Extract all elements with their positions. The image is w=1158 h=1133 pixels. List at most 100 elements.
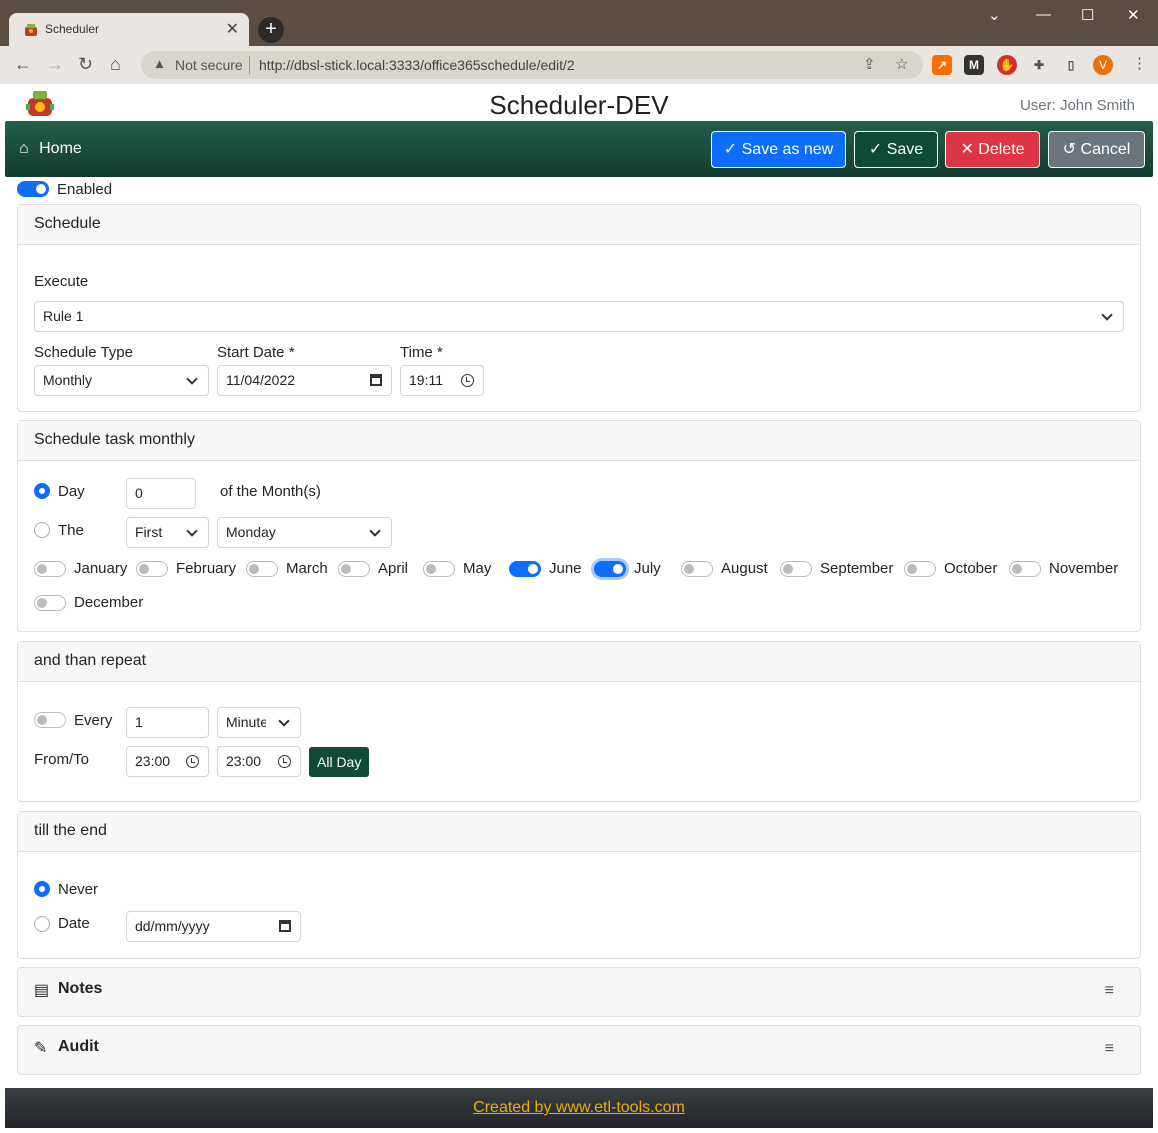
- month-switch-november[interactable]: [1009, 561, 1041, 577]
- minimize-icon[interactable]: —: [1036, 6, 1051, 23]
- interval-unit-select[interactable]: Minute: [217, 707, 301, 738]
- notes-menu-icon[interactable]: ≡: [1105, 982, 1114, 1000]
- share-icon[interactable]: ⇪: [863, 55, 876, 73]
- page-footer: Created by www.etl-tools.com: [5, 1088, 1153, 1128]
- notes-icon: ▤: [34, 982, 50, 999]
- new-tab-button[interactable]: +: [258, 17, 284, 43]
- interval-unit-value: Minute: [226, 714, 266, 730]
- every-input[interactable]: 1: [126, 707, 209, 738]
- ordinal-select[interactable]: First: [126, 517, 209, 548]
- month-label-september: September: [820, 560, 894, 577]
- end-date-radio[interactable]: [34, 916, 50, 932]
- check-icon: ✓: [868, 141, 883, 158]
- notes-title: Notes: [58, 980, 103, 997]
- from-time-input[interactable]: 23:00: [126, 746, 209, 777]
- never-label: Never: [58, 881, 99, 898]
- tab-search-icon[interactable]: ⌄: [988, 6, 1001, 24]
- monthly-card-header: Schedule task monthly: [18, 421, 1140, 461]
- month-switch-october[interactable]: [904, 561, 936, 577]
- calendar-icon[interactable]: [279, 920, 291, 932]
- address-bar[interactable]: ▲ Not secure http://dbsl-stick.local:333…: [141, 51, 923, 79]
- bookmark-star-icon[interactable]: ☆: [895, 55, 908, 73]
- audit-accordion[interactable]: ✎ Audit ≡: [17, 1025, 1141, 1075]
- cancel-button[interactable]: ↺ Cancel: [1048, 131, 1145, 168]
- cancel-label: Cancel: [1080, 141, 1131, 158]
- day-label: Day: [58, 483, 85, 500]
- top-navbar: ⌂ Home ✓ Save as new ✓ Save ✕ Delete ↺ C…: [5, 121, 1153, 177]
- execute-select[interactable]: Rule 1: [34, 301, 1124, 332]
- save-as-new-label: Save as new: [741, 141, 834, 158]
- home-link[interactable]: ⌂ Home: [19, 140, 82, 158]
- home-icon: ⌂: [19, 140, 29, 157]
- month-label-july: July: [634, 560, 661, 577]
- clock-icon[interactable]: [461, 374, 474, 387]
- month-label-april: April: [378, 560, 409, 577]
- month-switch-february[interactable]: [136, 561, 168, 577]
- time-value: 19:11: [409, 372, 443, 388]
- schedule-card-header: Schedule: [18, 205, 1140, 245]
- audit-menu-icon[interactable]: ≡: [1105, 1040, 1114, 1058]
- delete-button[interactable]: ✕ Delete: [945, 131, 1040, 168]
- delete-label: Delete: [978, 141, 1025, 158]
- forward-icon[interactable]: →: [46, 54, 64, 75]
- month-label-january: January: [74, 560, 128, 577]
- notes-accordion[interactable]: ▤ Notes ≡: [17, 967, 1141, 1017]
- end-card: till the end Never Date dd/mm/yyyy: [17, 811, 1141, 959]
- extension-m-icon[interactable]: M: [964, 55, 984, 75]
- month-label-august: August: [721, 560, 768, 577]
- month-switch-december[interactable]: [34, 595, 66, 611]
- time-input[interactable]: 19:11: [400, 365, 484, 396]
- extensions-puzzle-icon[interactable]: ✚: [1029, 55, 1049, 75]
- month-switch-may[interactable]: [423, 561, 455, 577]
- never-radio[interactable]: [34, 881, 50, 897]
- clock-icon[interactable]: [278, 755, 291, 768]
- back-icon[interactable]: ←: [14, 54, 32, 75]
- day-input[interactable]: 0: [126, 478, 196, 509]
- end-date-input[interactable]: dd/mm/yyyy: [126, 911, 301, 942]
- home-browser-icon[interactable]: ⌂: [110, 54, 121, 75]
- calendar-icon[interactable]: [370, 374, 382, 386]
- the-label: The: [58, 522, 84, 539]
- day-radio[interactable]: [34, 483, 50, 499]
- start-date-input[interactable]: 11/04/2022: [217, 365, 392, 396]
- chevron-down-icon: [186, 373, 198, 385]
- every-switch[interactable]: [34, 712, 66, 728]
- url-text[interactable]: http://dbsl-stick.local:3333/office365sc…: [259, 57, 575, 73]
- browser-tab[interactable]: Scheduler ✕: [9, 13, 249, 46]
- browser-menu-icon[interactable]: ⋮: [1132, 54, 1147, 72]
- reload-icon[interactable]: ↻: [78, 54, 93, 75]
- month-switch-april[interactable]: [338, 561, 370, 577]
- to-time-input[interactable]: 23:00: [217, 746, 301, 777]
- extension-hand-icon[interactable]: ✋: [997, 55, 1017, 75]
- save-as-new-button[interactable]: ✓ Save as new: [711, 131, 846, 168]
- the-radio[interactable]: [34, 522, 50, 538]
- check-icon: ✓: [723, 141, 738, 158]
- home-label: Home: [39, 140, 82, 157]
- month-switch-august[interactable]: [681, 561, 713, 577]
- side-panel-icon[interactable]: ▯: [1061, 55, 1081, 75]
- extension-chart-icon[interactable]: ↗: [932, 55, 952, 75]
- close-window-icon[interactable]: ✕: [1127, 6, 1140, 24]
- footer-link[interactable]: Created by www.etl-tools.com: [473, 1099, 685, 1116]
- weekday-select[interactable]: Monday: [217, 517, 392, 548]
- repeat-card: and than repeat Every 1 Minute From/To 2…: [17, 641, 1141, 802]
- every-label: Every: [74, 712, 113, 729]
- month-switch-june[interactable]: [509, 561, 541, 577]
- month-switch-march[interactable]: [246, 561, 278, 577]
- schedule-type-label: Schedule Type: [34, 344, 133, 361]
- maximize-icon[interactable]: ☐: [1081, 6, 1094, 24]
- save-button[interactable]: ✓ Save: [854, 131, 938, 168]
- month-label-march: March: [286, 560, 328, 577]
- month-switch-september[interactable]: [780, 561, 812, 577]
- to-time-value: 23:00: [226, 753, 262, 769]
- schedule-type-select[interactable]: Monthly: [34, 365, 209, 396]
- month-switch-july[interactable]: [594, 561, 626, 577]
- profile-avatar[interactable]: V: [1093, 55, 1113, 75]
- warning-icon: ▲: [153, 56, 166, 71]
- tab-close-icon[interactable]: ✕: [226, 19, 239, 39]
- all-day-button[interactable]: All Day: [309, 747, 370, 777]
- month-label-june: June: [549, 560, 582, 577]
- enabled-switch[interactable]: [17, 181, 49, 197]
- month-switch-january[interactable]: [34, 561, 66, 577]
- clock-icon[interactable]: [186, 755, 199, 768]
